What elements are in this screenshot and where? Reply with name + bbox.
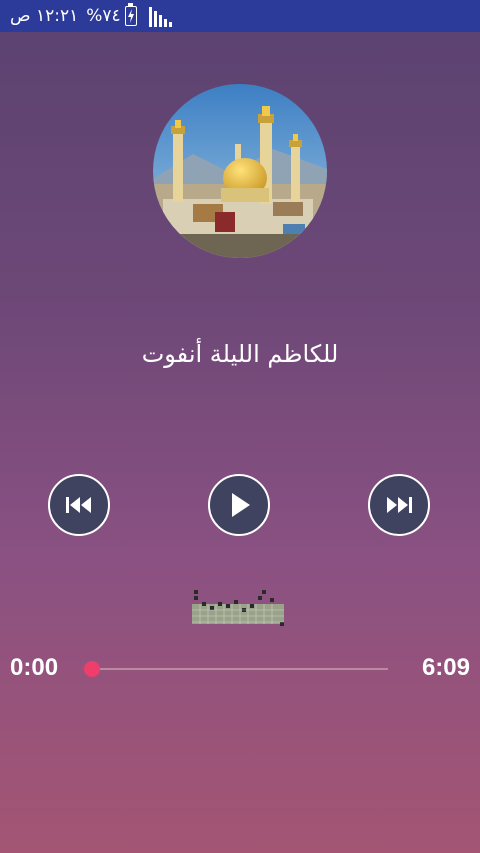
battery-indicator: %٧٤ xyxy=(86,3,137,26)
album-cover-image xyxy=(153,84,327,258)
seek-bar-track[interactable] xyxy=(92,668,388,670)
skip-next-icon xyxy=(387,497,412,513)
seek-bar-thumb[interactable] xyxy=(84,661,100,677)
next-button[interactable] xyxy=(368,474,430,536)
battery-percent: %٧٤ xyxy=(86,6,121,26)
total-time: 6:09 xyxy=(421,654,470,681)
audio-visualizer-icon xyxy=(192,588,288,628)
signal-strength-icon xyxy=(148,5,172,27)
battery-charging-icon xyxy=(124,3,137,26)
play-button[interactable] xyxy=(208,474,270,536)
previous-button[interactable] xyxy=(48,474,110,536)
current-time: 0:00 xyxy=(10,654,59,681)
track-title: للكاظم الليلة أنفوت xyxy=(141,340,339,368)
skip-previous-icon xyxy=(66,497,91,513)
status-bar: ١٢:٢١ ص %٧٤ xyxy=(0,0,480,32)
status-time: ١٢:٢١ ص xyxy=(10,6,79,26)
play-icon xyxy=(232,493,250,517)
